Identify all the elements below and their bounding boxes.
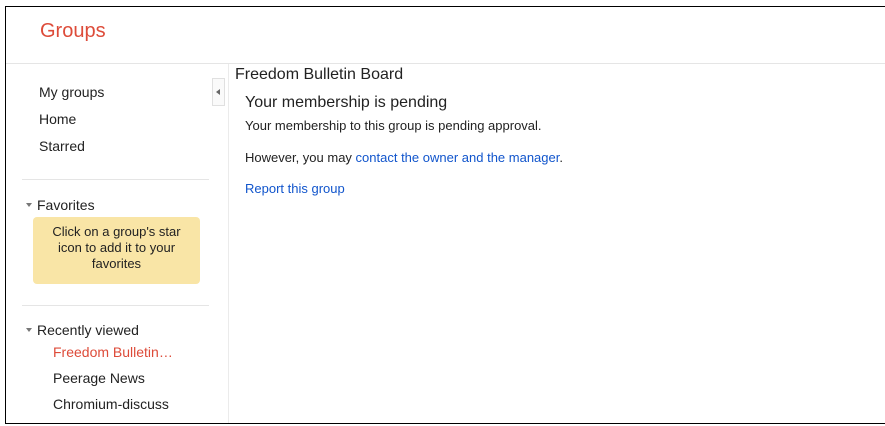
sidebar-item-starred[interactable]: Starred [39, 138, 104, 165]
header: Groups [6, 7, 885, 64]
sidebar-collapse-button[interactable] [212, 78, 225, 106]
contact-suffix: . [559, 150, 563, 165]
contact-message: However, you may contact the owner and t… [245, 150, 563, 165]
contact-prefix: However, you may [245, 150, 356, 165]
sidebar-nav: My groups Home Starred [39, 84, 104, 165]
report-group-link[interactable]: Report this group [245, 181, 345, 196]
recent-item-chromium-discuss[interactable]: Chromium-discuss [53, 396, 173, 422]
recent-item-freedom-bulletin[interactable]: Freedom Bulletin… [53, 344, 173, 370]
recent-item-peerage-news[interactable]: Peerage News [53, 370, 173, 396]
favorites-hint: Click on a group's star icon to add it t… [33, 217, 200, 284]
chevron-left-icon [216, 89, 220, 95]
sidebar-divider [22, 179, 209, 180]
recently-viewed-label: Recently viewed [37, 322, 139, 338]
group-title: Freedom Bulletin Board [235, 66, 404, 83]
sidebar-item-my-groups[interactable]: My groups [39, 84, 104, 111]
sidebar: My groups Home Starred Favorites Click o… [6, 64, 229, 423]
contact-owner-link[interactable]: contact the owner and the manager [356, 150, 560, 165]
main-content: Freedom Bulletin Board Your membership i… [235, 64, 885, 423]
recently-viewed-list: Freedom Bulletin… Peerage News Chromium-… [53, 344, 173, 422]
triangle-down-icon [26, 203, 32, 208]
app-title[interactable]: Groups [40, 20, 106, 43]
triangle-down-icon [26, 328, 32, 333]
sidebar-divider [22, 305, 209, 306]
membership-pending-message: Your membership to this group is pending… [245, 118, 542, 133]
favorites-label: Favorites [37, 197, 95, 213]
membership-pending-heading: Your membership is pending [245, 94, 448, 111]
favorites-section-toggle[interactable]: Favorites [26, 197, 95, 213]
recently-viewed-section-toggle[interactable]: Recently viewed [26, 322, 139, 338]
app-window: Groups My groups Home Starred Favorites … [5, 6, 885, 424]
sidebar-item-home[interactable]: Home [39, 111, 104, 138]
